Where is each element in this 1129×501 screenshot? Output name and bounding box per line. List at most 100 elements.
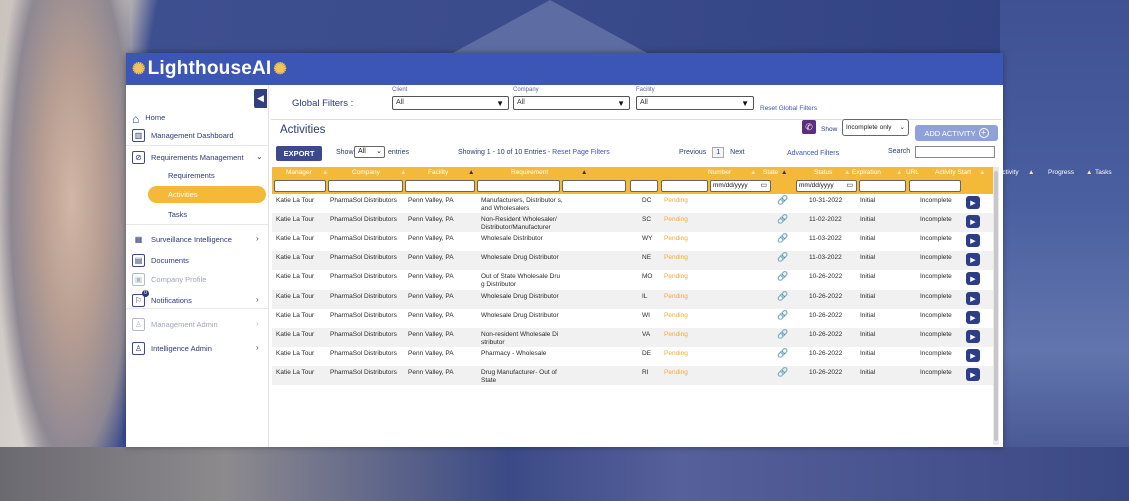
filter-company-input[interactable] — [328, 180, 403, 192]
filter-activity-input[interactable] — [859, 180, 906, 192]
col-facility[interactable]: Facility ▲ — [428, 167, 498, 178]
plus-icon: + — [978, 128, 989, 138]
filter-number-input[interactable] — [562, 180, 626, 192]
cell-manager: Katie La Tour — [276, 216, 315, 223]
link-icon[interactable]: 🔗 — [777, 253, 788, 262]
table-row[interactable]: Katie La Tour PharmaSol Distributors Penn … — [272, 328, 993, 347]
filter-requirement-input[interactable] — [477, 180, 560, 192]
reset-global-filters-link[interactable]: Reset Global Filters — [760, 105, 817, 112]
col-state[interactable]: State ▲ — [763, 167, 793, 178]
sidebar-item-requirements-management[interactable]: ⊘ Requirements Management — [132, 148, 244, 166]
sort-icon: ▲ — [322, 169, 329, 176]
vertical-scrollbar[interactable] — [993, 167, 999, 445]
sidebar-item-intelligence-admin[interactable]: ♙ Intelligence Admin — [132, 339, 212, 357]
chevron-down-icon[interactable]: ⌄ — [256, 152, 263, 161]
col-expiration[interactable]: Expiration ▲ — [852, 167, 912, 178]
open-tasks-button[interactable]: ▶ — [966, 234, 980, 247]
table-row[interactable]: Katie La Tour PharmaSol Distributors Penn … — [272, 213, 993, 232]
sidebar-item-company-profile[interactable]: ▣ Company Profile — [132, 270, 206, 288]
col-tasks[interactable]: Tasks — [1095, 167, 1115, 178]
chevron-right-icon[interactable]: › — [256, 343, 259, 352]
chevron-right-icon[interactable]: › — [256, 319, 259, 328]
facility-select[interactable]: All ▼ — [636, 96, 754, 110]
calendar-icon: ▭ — [760, 182, 767, 189]
sidebar-item-notifications[interactable]: ⚐ 0 Notifications — [132, 289, 192, 309]
previous-button[interactable]: Previous — [679, 149, 706, 156]
next-button[interactable]: Next — [730, 149, 744, 156]
col-number[interactable]: Number ▲ — [708, 167, 768, 178]
link-icon[interactable]: 🔗 — [777, 330, 788, 339]
collapse-sidebar-button[interactable]: ◀ — [254, 89, 267, 108]
open-tasks-button[interactable]: ▶ — [966, 368, 980, 381]
scrollbar-thumb[interactable] — [994, 171, 998, 441]
link-icon[interactable]: 🔗 — [777, 234, 788, 243]
table-row[interactable]: Katie La Tour PharmaSol Distributors Penn … — [272, 366, 993, 385]
link-icon[interactable]: 🔗 — [777, 196, 788, 205]
chevron-right-icon[interactable]: › — [256, 234, 259, 243]
filter-state-input[interactable] — [630, 180, 658, 192]
filter-expiration-input[interactable]: mm/dd/yyyy ▭ — [710, 180, 771, 192]
col-activity-start[interactable]: Activity Start ▲ — [935, 167, 995, 178]
advanced-filters-link[interactable]: Advanced Filters — [787, 150, 839, 157]
export-button[interactable]: EXPORT — [276, 146, 322, 161]
cell-requirement: Wholesale Drug Distributor — [481, 254, 559, 261]
link-icon[interactable]: 🔗 — [777, 349, 788, 358]
open-tasks-button[interactable]: ▶ — [966, 253, 980, 266]
sidebar-item-management-admin[interactable]: ♙ Management Admin — [132, 315, 218, 333]
col-manager[interactable]: Manager ▲ — [286, 167, 332, 178]
cell-status: Pending — [664, 350, 688, 357]
logo[interactable]: ✺ LighthouseAI ✺ — [132, 57, 287, 81]
company-select[interactable]: All ▼ — [513, 96, 630, 110]
link-icon[interactable]: 🔗 — [777, 272, 788, 281]
search-input[interactable] — [915, 146, 995, 158]
open-tasks-button[interactable]: ▶ — [966, 349, 980, 362]
filter-activity-start-input[interactable]: mm/dd/yyyy ▭ — [796, 180, 857, 192]
open-tasks-button[interactable]: ▶ — [966, 292, 980, 305]
client-select[interactable]: All ▼ — [392, 96, 509, 110]
col-activity[interactable]: Activity ▲ — [998, 167, 1044, 178]
table-row[interactable]: Katie La Tour PharmaSol Distributors Penn … — [272, 309, 993, 328]
add-activity-button[interactable]: ADD ACTIVITY + — [915, 125, 998, 141]
cell-state: WY — [642, 235, 653, 242]
table-row[interactable]: Katie La Tour PharmaSol Distributors Penn … — [272, 194, 993, 213]
sidebar-item-documents[interactable]: ▤ Documents — [132, 251, 189, 269]
table-row[interactable]: Katie La Tour PharmaSol Distributors Penn … — [272, 290, 993, 309]
sidebar-subitem-requirements[interactable]: Requirements — [168, 171, 215, 180]
sidebar-item-management-dashboard[interactable]: ▥ Management Dashboard — [132, 126, 234, 144]
table-row[interactable]: Katie La Tour PharmaSol Distributors Penn … — [272, 347, 993, 366]
reset-page-filters-link[interactable]: Reset Page Filters — [552, 149, 610, 156]
open-tasks-button[interactable]: ▶ — [966, 311, 980, 324]
link-icon[interactable]: 🔗 — [777, 215, 788, 224]
showing-text: Showing 1 - 10 of 10 Entries - — [458, 149, 553, 156]
page-1-button[interactable]: 1 — [712, 147, 725, 158]
link-icon[interactable]: 🔗 — [777, 292, 788, 301]
table-row[interactable]: Katie La Tour PharmaSol Distributors Penn … — [272, 232, 993, 251]
link-icon[interactable]: 🔗 — [777, 311, 788, 320]
sidebar-subitem-activities[interactable]: Activities — [148, 186, 266, 203]
filter-manager-input[interactable] — [274, 180, 326, 192]
link-icon[interactable]: 🔗 — [777, 368, 788, 377]
table-row[interactable]: Katie La Tour PharmaSol Distributors Penn … — [272, 270, 993, 289]
cell-manager: Katie La Tour — [276, 331, 315, 338]
col-url[interactable]: URL — [906, 167, 926, 178]
col-requirement[interactable]: Requirement ▲ — [511, 167, 601, 178]
entries-select[interactable]: All ⌄ — [354, 146, 385, 158]
sidebar-item-surveillance-intelligence[interactable]: ▦ Surveillance Intelligence — [132, 230, 232, 248]
table-row[interactable]: Katie La Tour PharmaSol Distributors Penn … — [272, 251, 993, 270]
open-tasks-button[interactable]: ▶ — [966, 196, 980, 209]
open-tasks-button[interactable]: ▶ — [966, 272, 980, 285]
cell-requirement: Pharmacy - Wholesale — [481, 350, 547, 357]
show-filter-select[interactable]: Incomplete only ⌄ — [842, 119, 909, 136]
filter-status-input[interactable] — [661, 180, 708, 192]
cell-activity: Initial — [860, 369, 876, 376]
open-tasks-button[interactable]: ▶ — [966, 215, 980, 228]
chevron-right-icon[interactable]: › — [256, 295, 259, 304]
phone-button[interactable]: ✆ — [802, 120, 816, 134]
sidebar-item-label: Management Admin — [151, 319, 218, 329]
sidebar-subitem-tasks[interactable]: Tasks — [168, 210, 187, 219]
col-company[interactable]: Company ▲ — [352, 167, 422, 178]
filter-facility-input[interactable] — [405, 180, 475, 192]
lighthouse-icon: ✺ — [132, 61, 146, 78]
filter-progress-input[interactable] — [909, 180, 961, 192]
open-tasks-button[interactable]: ▶ — [966, 330, 980, 343]
